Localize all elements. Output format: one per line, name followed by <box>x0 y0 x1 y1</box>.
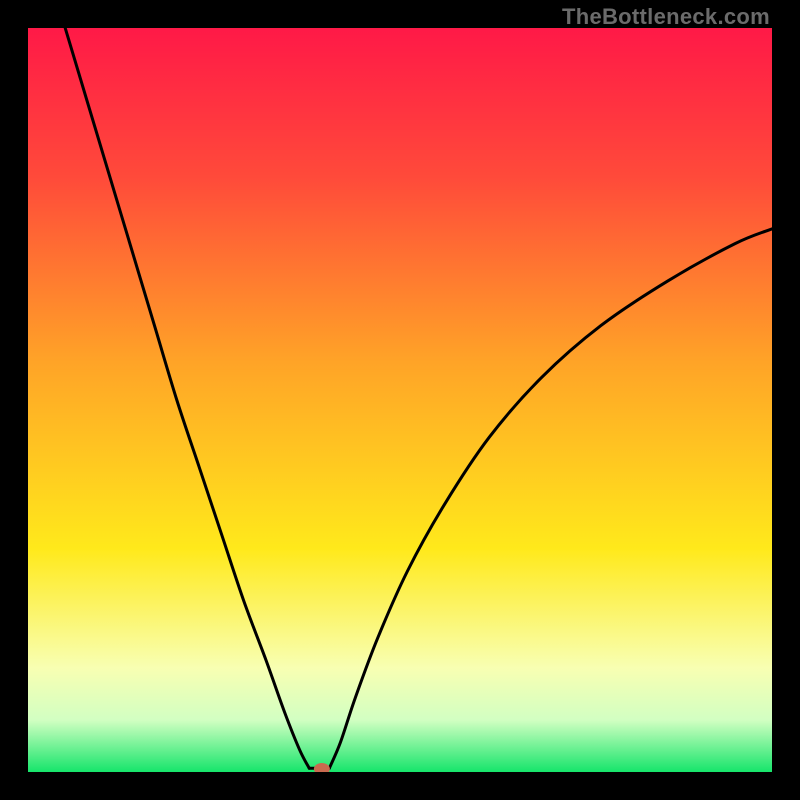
gradient-background <box>28 28 772 772</box>
bottleneck-chart <box>28 28 772 772</box>
watermark-text: TheBottleneck.com <box>562 4 770 30</box>
chart-frame: TheBottleneck.com <box>0 0 800 800</box>
plot-area <box>28 28 772 772</box>
